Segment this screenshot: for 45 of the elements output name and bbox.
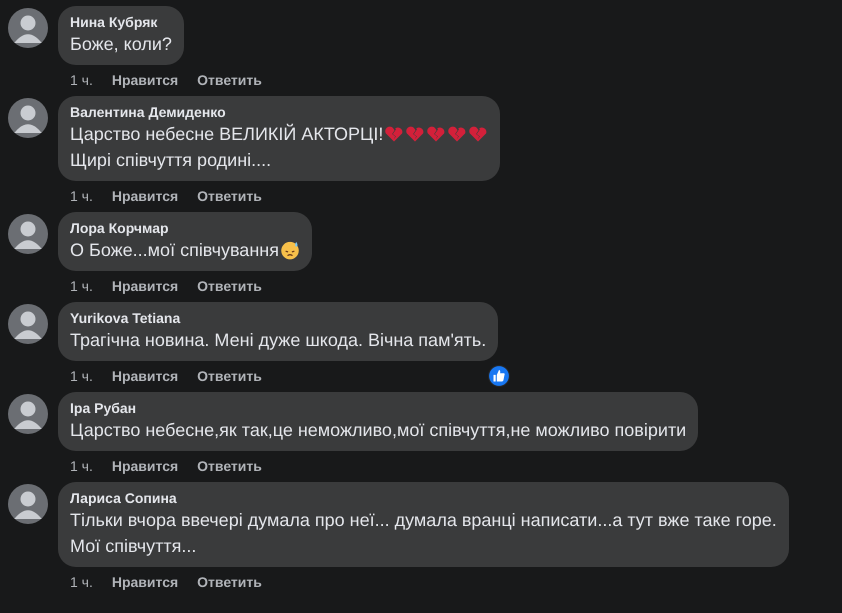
author-name[interactable]: Нина Кубряк <box>70 13 172 31</box>
broken-heart-icon <box>447 124 468 144</box>
avatar[interactable] <box>8 214 48 254</box>
comment-time[interactable]: 1 ч. <box>70 188 93 204</box>
comment-text: Трагічна новина. Мені дуже шкода. Вічна пам'ять. <box>70 329 486 352</box>
like-link[interactable]: Нравится <box>112 72 178 88</box>
reply-link[interactable]: Ответить <box>197 368 262 384</box>
reply-link[interactable]: Ответить <box>197 574 262 590</box>
reply-link[interactable]: Ответить <box>197 458 262 474</box>
author-name[interactable]: Лариса Сопина <box>70 489 777 507</box>
avatar[interactable] <box>8 8 48 48</box>
like-link[interactable]: Нравится <box>112 458 178 474</box>
broken-heart-icon <box>468 124 488 144</box>
reply-link[interactable]: Ответить <box>197 188 262 204</box>
comment-text: Тільки вчора ввечері думала про неї... думала вранці написати...а тут вже таке горе. <box>70 509 777 532</box>
author-name[interactable]: Валентина Демиденко <box>70 103 488 121</box>
author-name[interactable]: Іра Рубан <box>70 399 686 417</box>
comment-time[interactable]: 1 ч. <box>70 72 93 88</box>
like-link[interactable]: Нравится <box>112 574 178 590</box>
comment-time[interactable]: 1 ч. <box>70 278 93 294</box>
like-badge-icon[interactable] <box>488 365 510 387</box>
like-link[interactable]: Нравится <box>112 278 178 294</box>
broken-heart-icon <box>426 124 446 144</box>
avatar[interactable] <box>8 394 48 434</box>
comment-time[interactable]: 1 ч. <box>70 368 93 384</box>
comment-text: Щирі співчуття родині.... <box>70 149 272 172</box>
comment-text: О Боже...мої співчування <box>70 239 279 262</box>
author-name[interactable]: Лора Корчмар <box>70 219 300 237</box>
comment-time[interactable]: 1 ч. <box>70 458 93 474</box>
broken-heart-icon <box>384 124 404 144</box>
comment-text: Мої співчуття... <box>70 535 196 558</box>
comment-text: Царство небесне ВЕЛИКІЙ АКТОРЦІ! <box>70 122 384 146</box>
comment-text: Царство небесне,як так,це неможливо,мої співчуття,не можливо повірити <box>70 419 686 442</box>
avatar[interactable] <box>8 304 48 344</box>
author-name[interactable]: Yurikova Tetiana <box>70 309 486 327</box>
reply-link[interactable]: Ответить <box>197 278 262 294</box>
sweat-face-icon <box>280 240 300 260</box>
broken-heart-icon <box>405 124 426 144</box>
avatar[interactable] <box>8 484 48 524</box>
like-link[interactable]: Нравится <box>112 368 178 384</box>
reply-link[interactable]: Ответить <box>197 72 262 88</box>
like-link[interactable]: Нравится <box>112 188 178 204</box>
comment-text: Боже, коли? <box>70 33 172 56</box>
avatar[interactable] <box>8 98 48 138</box>
comment-time[interactable]: 1 ч. <box>70 574 93 590</box>
